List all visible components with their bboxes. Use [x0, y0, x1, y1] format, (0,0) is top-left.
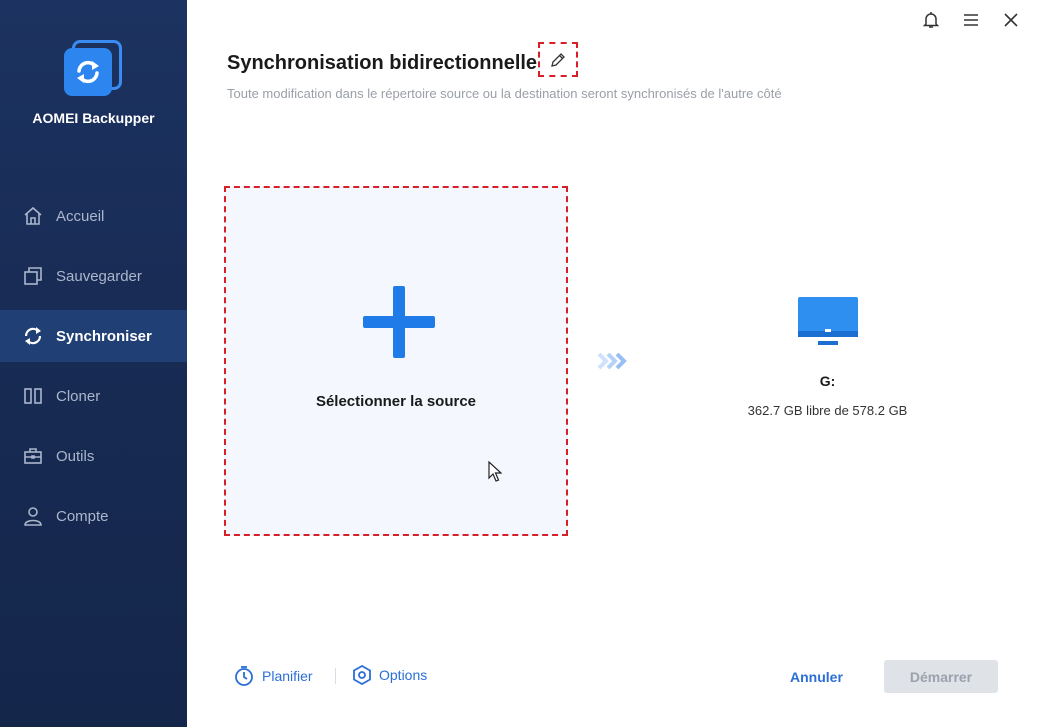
- sidebar-item-synchroniser[interactable]: Synchroniser: [0, 310, 187, 362]
- app-name: AOMEI Backupper: [32, 110, 155, 126]
- options-label: Options: [379, 667, 428, 683]
- select-source-box[interactable]: Sélectionner la source: [224, 186, 568, 536]
- clock-icon: [235, 666, 253, 686]
- window-controls: [917, 8, 1025, 32]
- sidebar-item-accueil[interactable]: Accueil: [0, 190, 187, 242]
- app-logo: [62, 38, 124, 100]
- destination-space: 362.7 GB libre de 578.2 GB: [747, 403, 908, 418]
- page-title: Synchronisation bidirectionnelle: [227, 52, 538, 74]
- sync-icon: [22, 325, 44, 347]
- sidebar-nav: Accueil Sauvegarder Synchroniser Cloner …: [0, 190, 187, 550]
- sidebar-item-label: Compte: [56, 507, 109, 525]
- edit-title-button[interactable]: [538, 42, 578, 77]
- cancel-button[interactable]: Annuler: [790, 669, 843, 685]
- destination-drive[interactable]: G: 362.7 GB libre de 578.2 GB: [720, 295, 935, 418]
- menu-icon[interactable]: [957, 8, 985, 32]
- destination-name: G:: [819, 373, 836, 389]
- computer-icon: [796, 295, 860, 351]
- options-gear-icon: [353, 665, 371, 685]
- sidebar-item-sauvegarder[interactable]: Sauvegarder: [0, 250, 187, 302]
- source-label: Sélectionner la source: [315, 393, 477, 410]
- sidebar-item-label: Cloner: [56, 387, 101, 405]
- mouse-cursor-icon: [488, 461, 502, 482]
- page-subtitle: Toute modification dans le répertoire so…: [227, 86, 782, 101]
- plus-icon: [363, 286, 435, 358]
- start-button[interactable]: Démarrer: [884, 660, 998, 693]
- pencil-icon: [551, 52, 565, 67]
- home-icon: [22, 205, 44, 227]
- clone-icon: [22, 385, 44, 407]
- close-icon[interactable]: [997, 8, 1025, 32]
- schedule-label: Planifier: [262, 668, 313, 684]
- backup-icon: [22, 265, 44, 287]
- sidebar-item-label: Sauvegarder: [56, 267, 142, 285]
- account-icon: [22, 505, 44, 527]
- sidebar-item-label: Outils: [56, 447, 95, 465]
- bell-icon[interactable]: [917, 8, 945, 32]
- sync-logo-icon: [77, 60, 99, 84]
- sidebar: AOMEI Backupper Accueil Sauvegarder Sync…: [0, 0, 187, 727]
- options-button[interactable]: Options: [352, 665, 427, 685]
- sidebar-item-compte[interactable]: Compte: [0, 490, 187, 542]
- double-arrow-icon: [597, 352, 627, 370]
- sidebar-item-label: Accueil: [56, 207, 105, 225]
- sidebar-item-cloner[interactable]: Cloner: [0, 370, 187, 422]
- tools-icon: [22, 445, 44, 467]
- footer-divider: [335, 668, 336, 684]
- sidebar-item-label: Synchroniser: [56, 327, 152, 345]
- sidebar-item-outils[interactable]: Outils: [0, 430, 187, 482]
- schedule-button[interactable]: Planifier: [234, 665, 313, 687]
